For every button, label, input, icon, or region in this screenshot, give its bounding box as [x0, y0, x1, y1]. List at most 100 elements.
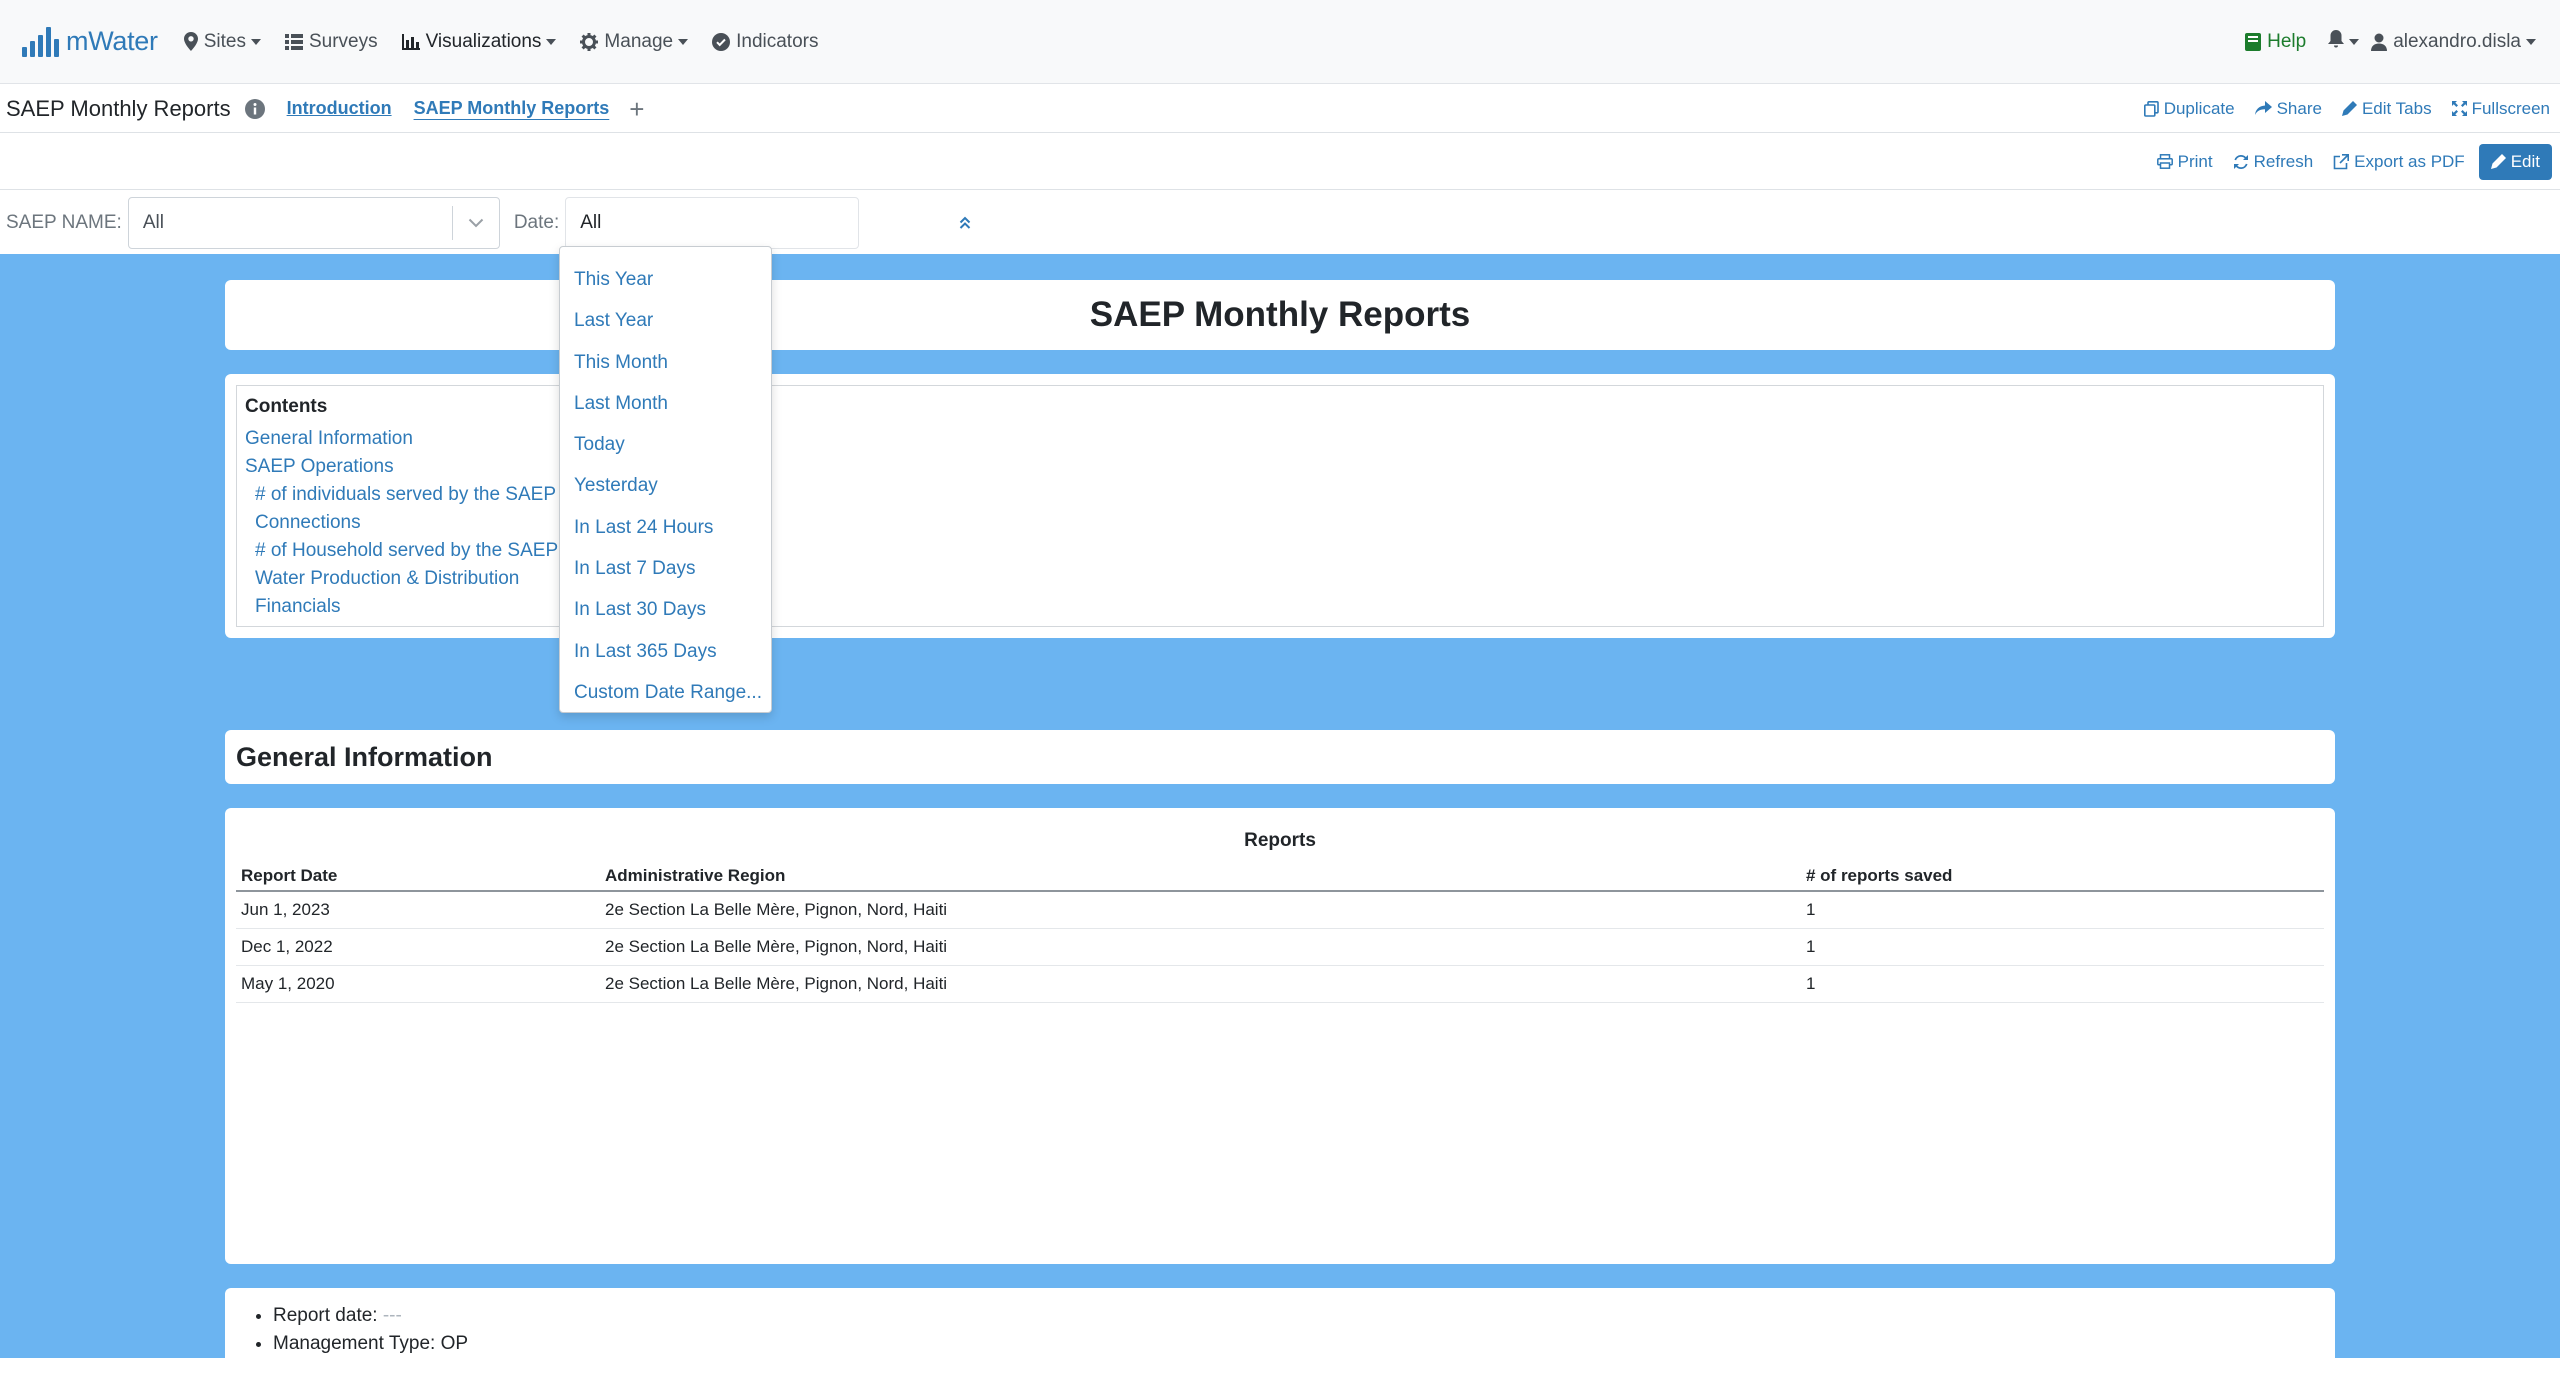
date-option-this-month[interactable]: This Month [560, 342, 771, 383]
details-card: Report date: --- Management Type: OP [225, 1288, 2335, 1378]
table-cell: 1 [1801, 965, 2324, 1003]
table-cell: 1 [1801, 928, 2324, 966]
brand-logo[interactable]: mWater [22, 26, 158, 57]
date-option-today[interactable]: Today [560, 424, 771, 465]
table-cell: Jun 1, 2023 [236, 891, 600, 929]
bar-chart-icon [401, 33, 420, 50]
nav-manage[interactable]: Manage [580, 31, 689, 53]
contents-box: Contents General Information SAEP Operat… [236, 385, 2324, 627]
pencil-icon [2341, 101, 2357, 116]
detail-label: Report date: [273, 1305, 378, 1326]
date-option-this-year[interactable]: This Year [560, 259, 771, 300]
nav-right: Help alexandro.disla [2245, 29, 2536, 54]
date-option-last-month[interactable]: Last Month [560, 383, 771, 424]
chevron-down-icon [2526, 38, 2536, 45]
toc-individuals-served[interactable]: # of individuals served by the SAEP [245, 481, 2315, 509]
fullscreen-label: Fullscreen [2471, 98, 2550, 118]
user-name: alexandro.disla [2393, 30, 2521, 52]
chevron-down-icon [546, 38, 557, 45]
date-option-yesterday[interactable]: Yesterday [560, 465, 771, 506]
chevron-down-icon [678, 38, 689, 45]
share-label: Share [2276, 98, 2322, 118]
share-button[interactable]: Share [2254, 98, 2322, 119]
toc-general-information[interactable]: General Information [245, 425, 2315, 453]
detail-label: Management Type: [273, 1333, 436, 1354]
date-label: Date: [513, 211, 560, 233]
dashboard-title: SAEP Monthly Reports [6, 95, 231, 121]
date-option-last-30-days[interactable]: In Last 30 Days [560, 589, 771, 630]
table-row[interactable]: Dec 1, 2022 2e Section La Belle Mère, Pi… [236, 928, 2324, 966]
gear-icon [580, 32, 599, 51]
top-navbar: mWater Sites Surveys Visualizations Mana… [0, 0, 2560, 84]
table-row[interactable]: Jun 1, 2023 2e Section La Belle Mère, Pi… [236, 891, 2324, 929]
column-header[interactable]: Administrative Region [600, 862, 1801, 892]
refresh-icon [2233, 154, 2249, 170]
column-header[interactable]: # of reports saved [1801, 862, 2324, 892]
map-marker-icon [183, 32, 198, 51]
date-option-custom-range[interactable]: Custom Date Range... [560, 672, 771, 713]
section-header-card: General Information [225, 730, 2335, 784]
refresh-button[interactable]: Refresh [2233, 151, 2314, 172]
list-icon [284, 33, 303, 50]
brand-name: mWater [66, 26, 158, 56]
report-title: SAEP Monthly Reports [1089, 295, 1471, 334]
chevron-down-icon [453, 218, 499, 228]
table-title: Reports [1244, 830, 1316, 851]
export-pdf-label: Export as PDF [2354, 151, 2465, 171]
date-option-last-7-days[interactable]: In Last 7 Days [560, 548, 771, 589]
user-menu[interactable]: alexandro.disla [2371, 31, 2536, 53]
chevron-down-icon [2349, 38, 2360, 45]
nav-sites[interactable]: Sites [183, 31, 261, 53]
expand-icon [2451, 101, 2467, 116]
add-tab-button[interactable]: + [629, 96, 644, 122]
nav-surveys[interactable]: Surveys [284, 30, 378, 53]
date-option-last-365-days[interactable]: In Last 365 Days [560, 631, 771, 672]
help-link[interactable]: Help [2245, 31, 2306, 53]
pencil-icon [2490, 154, 2506, 169]
date-option-last-24-hours[interactable]: In Last 24 Hours [560, 507, 771, 548]
print-label: Print [2177, 151, 2213, 171]
logo-bars-icon [22, 26, 62, 57]
nav-surveys-label: Surveys [308, 30, 378, 52]
toc-connections[interactable]: Connections [245, 509, 2315, 537]
column-header[interactable]: Report Date [236, 862, 600, 892]
fullscreen-button[interactable]: Fullscreen [2451, 98, 2550, 119]
edit-tabs-button[interactable]: Edit Tabs [2341, 99, 2432, 119]
edit-label: Edit [2510, 151, 2540, 171]
saep-name-select[interactable]: All [127, 196, 500, 249]
duplicate-label: Duplicate [2163, 98, 2235, 118]
table-cell: 1 [1801, 891, 2324, 929]
dashboard-actions: Duplicate Share Edit Tabs Fullscreen [2124, 99, 2550, 119]
external-link-icon [2333, 153, 2350, 170]
nav-indicators[interactable]: Indicators [712, 31, 818, 53]
notifications-button[interactable] [2328, 29, 2360, 54]
date-filter-input[interactable]: All [565, 196, 860, 249]
info-icon[interactable] [244, 98, 265, 119]
saep-name-value: All [142, 211, 164, 233]
edit-button[interactable]: Edit [2478, 143, 2552, 180]
nav-visualizations-label: Visualizations [425, 30, 542, 52]
dashboard-tabs-bar: SAEP Monthly Reports Introduction SAEP M… [0, 85, 2560, 133]
date-option-last-year[interactable]: Last Year [560, 300, 771, 341]
chevron-down-icon [250, 38, 261, 45]
details-list: Report date: --- Management Type: OP [225, 1302, 2335, 1358]
toc-financials[interactable]: Financials [245, 593, 2315, 621]
date-options-menu: This Year Last Year This Month Last Mont… [559, 246, 772, 713]
filter-bar: SAEP NAME: All Date: All [0, 191, 2560, 254]
toc-saep-operations[interactable]: SAEP Operations [245, 453, 2315, 481]
reports-table: Report Date Administrative Region # of r… [236, 862, 2324, 1003]
saep-name-label: SAEP NAME: [6, 211, 122, 233]
toc-water-production[interactable]: Water Production & Distribution [245, 565, 2315, 593]
tab-introduction[interactable]: Introduction [287, 98, 392, 119]
table-cell: May 1, 2020 [236, 965, 600, 1003]
nav-visualizations[interactable]: Visualizations [401, 30, 557, 53]
table-row[interactable]: May 1, 2020 2e Section La Belle Mère, Pi… [236, 965, 2324, 1003]
print-button[interactable]: Print [2156, 151, 2213, 172]
duplicate-button[interactable]: Duplicate [2143, 98, 2235, 119]
tab-saep-monthly-reports[interactable]: SAEP Monthly Reports [414, 98, 610, 119]
user-icon [2371, 33, 2388, 51]
refresh-label: Refresh [2253, 151, 2314, 171]
collapse-filters-icon[interactable] [959, 216, 971, 230]
export-pdf-button[interactable]: Export as PDF [2333, 152, 2465, 172]
toc-households-served[interactable]: # of Household served by the SAEP [245, 537, 2315, 565]
